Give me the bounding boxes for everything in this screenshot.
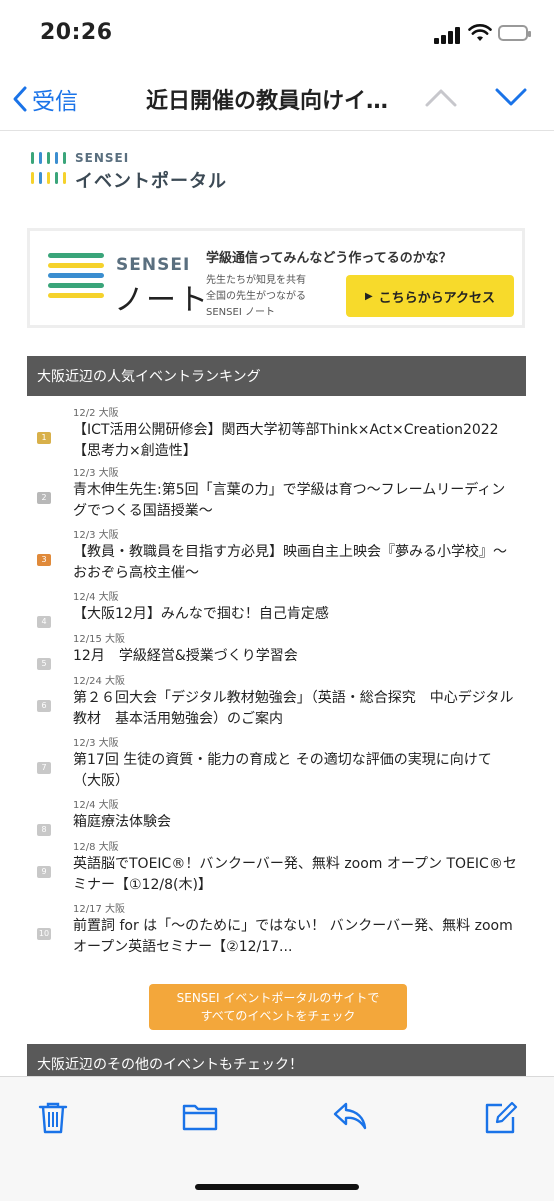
rank-crown-icon: 3 — [37, 554, 51, 566]
event-date-area: 12/4 大阪 — [73, 796, 119, 811]
mail-nav-bar: 受信 近日開催の教員向けイ… — [0, 68, 554, 131]
event-date-area: 12/3 大阪 — [73, 464, 119, 479]
event-date: 12/8 — [73, 842, 96, 853]
rank-crown-icon: 7 — [37, 762, 51, 774]
event-title-link[interactable]: 箱庭療法体験会 — [73, 812, 519, 833]
event-date-area: 12/3 大阪 — [73, 734, 119, 749]
event-title-link[interactable]: 前置詞 for は「〜のために」ではない！ バンクーバー発、無料 zoom オー… — [73, 916, 519, 958]
event-date-area: 12/15 大阪 — [73, 630, 125, 645]
cellular-signal-icon — [434, 26, 462, 44]
event-date: 12/3 — [73, 468, 96, 479]
sensei-note-banner[interactable]: SENSEI ノート 学級通信ってみんなどう作ってるのかな？ 先生たちが知見を共… — [27, 228, 525, 328]
rank-crown-icon: 4 — [37, 616, 51, 628]
banner-sub-line: SENSEI ノート — [206, 307, 275, 318]
banner-headline: 学級通信ってみんなどう作ってるのかな？ — [206, 251, 452, 266]
rank-crown-icon: 1 — [37, 432, 51, 444]
banner-subtext: 先生たちが知見を共有 全国の先生がつながる SENSEI ノート — [206, 273, 306, 321]
mail-toolbar — [0, 1076, 554, 1201]
event-date-area: 12/24 大阪 — [73, 672, 125, 687]
event-area: 大阪 — [98, 408, 119, 419]
event-date: 12/24 — [73, 676, 102, 687]
rank-crown-icon: 5 — [37, 658, 51, 670]
event-date-area: 12/17 大阪 — [73, 900, 125, 915]
event-title-link[interactable]: 英語脳でTOEIC®！バンクーバー発、無料 zoom オープン TOEIC®セミ… — [73, 854, 519, 896]
banner-sub-line: 全国の先生がつながる — [206, 291, 306, 302]
ranking-section-header: 大阪近辺の人気イベントランキング — [27, 356, 526, 396]
back-label: 受信 — [32, 89, 78, 115]
event-date-area: 12/3 大阪 — [73, 526, 119, 541]
rank-crown-icon: 6 — [37, 700, 51, 712]
banner-sub-line: 先生たちが知見を共有 — [206, 275, 306, 286]
event-area: 大阪 — [98, 592, 119, 603]
play-triangle-icon: ▶ — [364, 290, 373, 302]
sensei-event-portal-logo[interactable]: SENSEI イベントポータル — [31, 150, 231, 194]
event-date: 12/17 — [73, 904, 102, 915]
event-date: 12/3 — [73, 738, 96, 749]
home-indicator — [195, 1184, 359, 1190]
event-date-area: 12/2 大阪 — [73, 404, 119, 419]
rank-crown-icon: 10 — [37, 928, 51, 940]
banner-product: ノート — [114, 283, 210, 318]
event-area: 大阪 — [98, 530, 119, 541]
chevron-left-icon — [13, 86, 27, 112]
event-title-link[interactable]: 【大阪12月】みんなで掴む！自己肯定感 — [73, 604, 519, 625]
banner-brand: SENSEI — [116, 255, 191, 275]
rank-crown-icon: 8 — [37, 824, 51, 836]
event-title-link[interactable]: 第17回 生徒の資質・能力の育成と その適切な評価の実現に向けて（大阪） — [73, 750, 519, 792]
event-date: 12/15 — [73, 634, 102, 645]
event-title-link[interactable]: 【ICT活用公開研修会】関西大学初等部Think×Act×Creation202… — [73, 420, 519, 462]
banner-access-button[interactable]: ▶ こちらからアクセス — [346, 275, 514, 317]
banner-button-label: こちらからアクセス — [378, 290, 496, 306]
wifi-icon — [468, 24, 492, 41]
event-date: 12/4 — [73, 800, 96, 811]
event-area: 大阪 — [98, 800, 119, 811]
event-date: 12/2 — [73, 408, 96, 419]
event-area: 大阪 — [105, 904, 126, 915]
rank-crown-icon: 2 — [37, 492, 51, 504]
event-title-link[interactable]: 青木伸生先生:第5回「言葉の力」で学級は育つ〜フレームリーディングでつくる国語授… — [73, 480, 519, 522]
event-area: 大阪 — [98, 738, 119, 749]
previous-message-button[interactable] — [424, 86, 458, 108]
event-date-area: 12/8 大阪 — [73, 838, 119, 853]
event-date: 12/3 — [73, 530, 96, 541]
battery-icon — [498, 25, 531, 41]
event-area: 大阪 — [105, 634, 126, 645]
status-bar: 20:26 — [0, 0, 554, 68]
folder-icon[interactable] — [182, 1101, 218, 1131]
cta-line: すべてのイベントをチェック — [200, 1009, 356, 1023]
event-date-area: 12/4 大阪 — [73, 588, 119, 603]
see-all-events-button[interactable]: SENSEI イベントポータルのサイトで すべてのイベントをチェック — [149, 984, 407, 1030]
rank-crown-icon: 9 — [37, 866, 51, 878]
next-message-button[interactable] — [494, 86, 528, 108]
event-title-link[interactable]: 12月 学級経営&授業づくり学習会 — [73, 646, 519, 667]
compose-icon[interactable] — [484, 1101, 518, 1135]
reply-icon[interactable] — [332, 1101, 368, 1131]
event-date: 12/4 — [73, 592, 96, 603]
sensei-note-logo-icon — [48, 253, 108, 307]
status-time: 20:26 — [40, 20, 113, 45]
event-area: 大阪 — [98, 468, 119, 479]
event-title-link[interactable]: 第２６回大会「デジタル教材勉強会」（英語・総合探究 中心デジタル教材 基本活用勉… — [73, 688, 519, 730]
event-area: 大阪 — [105, 676, 126, 687]
logo-mark-icon — [31, 150, 71, 190]
trash-icon[interactable] — [38, 1101, 68, 1135]
event-title-link[interactable]: 【教員・教職員を目指す方必見】映画自主上映会『夢みる小学校』〜おおぞら高校主催〜 — [73, 542, 519, 584]
logo-name: イベントポータル — [75, 171, 227, 192]
event-area: 大阪 — [98, 842, 119, 853]
back-button[interactable]: 受信 — [12, 82, 78, 116]
logo-brand: SENSEI — [75, 151, 130, 165]
cta-line: SENSEI イベントポータルのサイトで — [176, 991, 380, 1005]
mail-subject-title: 近日開催の教員向けイ… — [146, 89, 389, 114]
